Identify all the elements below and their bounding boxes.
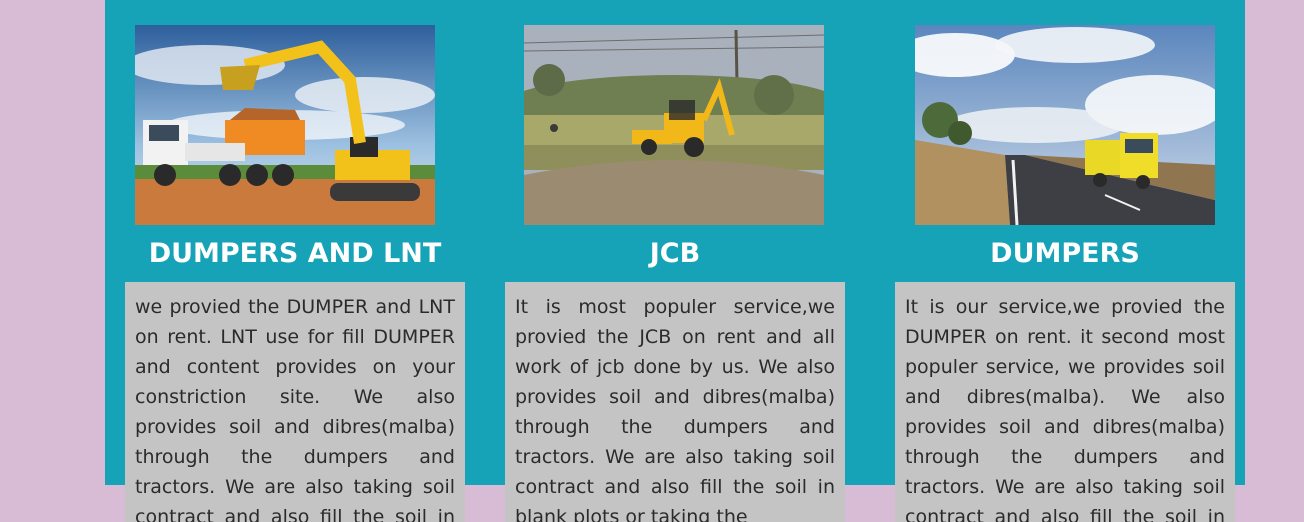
service-column-dumpers: DUMPERS It is our service,we provied the…: [895, 0, 1235, 522]
service-column-dumpers-and-lnt: DUMPERS AND LNT we provied the DUMPER an…: [125, 0, 465, 522]
service-description: It is most populer service,we provied th…: [505, 282, 845, 522]
service-description: we provied the DUMPER and LNT on rent. L…: [125, 282, 465, 522]
dumper-truck-and-excavator-photo: [135, 25, 435, 225]
dumper-truck-on-highway-photo: [915, 25, 1215, 225]
services-panel: DUMPERS AND LNT we provied the DUMPER an…: [105, 0, 1245, 522]
service-title: DUMPERS AND LNT: [148, 238, 442, 269]
service-title: DUMPERS: [990, 238, 1140, 269]
jcb-backhoe-loader-photo: [524, 25, 824, 225]
service-title: JCB: [649, 238, 701, 269]
service-description: It is our service,we provied the DUMPER …: [895, 282, 1235, 522]
service-column-jcb: JCB It is most populer service,we provie…: [505, 0, 845, 522]
